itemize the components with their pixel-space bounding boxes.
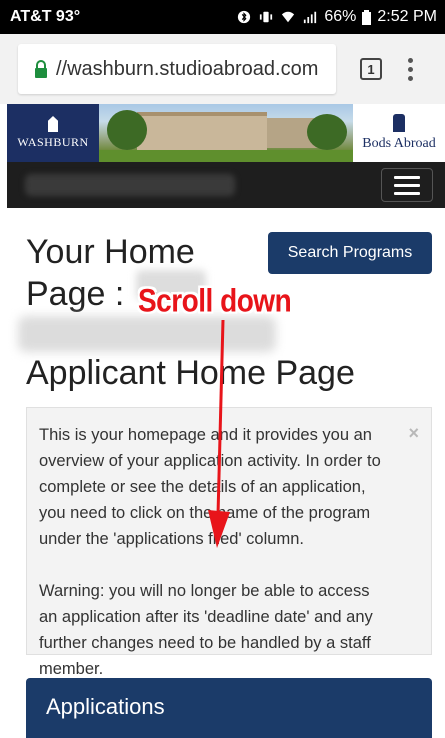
applications-panel: Applications <box>26 678 432 738</box>
status-icons: 66% 2:52 PM <box>236 8 437 26</box>
applications-panel-title: Applications <box>46 694 165 719</box>
redacted-user-name <box>25 174 235 196</box>
site-banner: WASHBURN Bods Abroad <box>7 104 445 162</box>
arrow-down-icon <box>208 320 230 548</box>
clock: 2:52 PM <box>377 8 437 25</box>
bods-abroad-logo-text: Bods Abroad <box>362 136 436 151</box>
address-bar[interactable]: //washburn.studioabroad.com <box>18 44 336 94</box>
scroll-down-annotation: Scroll down <box>138 282 292 319</box>
site-nav <box>7 162 445 208</box>
close-icon[interactable]: × <box>408 420 419 446</box>
browser-toolbar: //washburn.studioabroad.com 1 <box>0 34 445 104</box>
bods-abroad-logo[interactable]: Bods Abroad <box>353 104 445 162</box>
page-title-line1: Your Home <box>26 233 195 271</box>
wifi-icon <box>282 11 295 23</box>
section-title: Applicant Home Page <box>26 354 355 392</box>
banner-tree <box>107 110 147 150</box>
washburn-logo[interactable]: WASHBURN <box>7 104 99 162</box>
search-programs-button[interactable]: Search Programs <box>268 232 432 274</box>
battery-percent: 66% <box>324 8 357 25</box>
alert-warning-text: Warning: you will no longer be able to a… <box>39 582 373 678</box>
battery-icon <box>362 9 372 25</box>
signal-icon <box>304 11 317 24</box>
hamburger-menu-icon[interactable] <box>381 168 433 202</box>
tab-switcher-button[interactable]: 1 <box>360 58 382 80</box>
carrier-label: AT&T 93° <box>10 8 81 25</box>
url-text: //washburn.studioabroad.com <box>56 57 319 80</box>
banner-building <box>137 112 267 150</box>
lock-icon <box>35 60 47 78</box>
overflow-menu-icon[interactable] <box>408 57 413 81</box>
status-bar: AT&T 93° 66% 2:52 PM <box>0 0 445 34</box>
vibrate-icon <box>260 11 273 23</box>
bluetooth-icon <box>238 10 251 24</box>
banner-tree <box>307 114 347 150</box>
washburn-logo-text: WASHBURN <box>17 135 89 149</box>
